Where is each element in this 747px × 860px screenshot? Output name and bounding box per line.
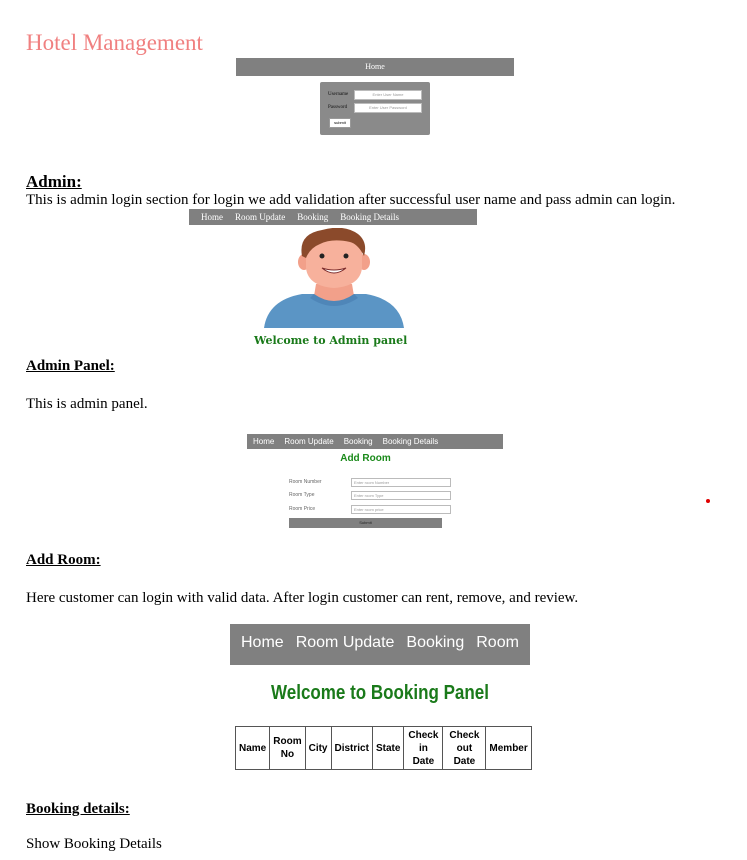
room-price-label: Room Price: [289, 506, 316, 512]
admin-nav-item-booking: Booking: [297, 212, 329, 222]
admin-panel-text: This is admin panel.: [26, 396, 148, 412]
add-room-text: Here customer can login with valid data.…: [26, 590, 579, 606]
table-header-cell: Name: [234, 726, 271, 770]
admin-nav-bar: Home Room Update Booking Booking Details: [189, 209, 477, 225]
login-nav-home: Home: [365, 62, 385, 71]
addroom-nav-bar: Home Room Update Booking Booking Details: [247, 434, 503, 449]
addroom-title: Add Room: [340, 453, 391, 464]
admin-panel-heading: Admin Panel:: [26, 358, 115, 374]
table-header-cell: Check in Date: [403, 726, 444, 770]
table-header-row: Name Room No City District State Check i…: [234, 726, 532, 770]
table-header-cell: District: [330, 726, 373, 770]
room-type-field-image: Enter room Type: [351, 491, 451, 500]
booking-nav-item-booking: Booking: [406, 634, 465, 651]
addroom-submit-image: Submit: [289, 518, 442, 528]
room-number-field-image: Enter room Number: [351, 478, 451, 487]
addroom-nav-item-booking-details: Booking Details: [382, 437, 439, 446]
admin-heading: Admin:: [26, 172, 82, 191]
addroom-nav-item-booking: Booking: [343, 437, 373, 446]
login-nav-bar: Home: [236, 58, 514, 76]
booking-welcome-text: Welcome to Booking Panel: [271, 682, 489, 704]
table-header-cell: Room No: [269, 726, 306, 770]
add-room-heading: Add Room:: [26, 552, 101, 568]
password-label: Password: [328, 105, 348, 110]
room-price-field-image: Enter room price: [351, 505, 451, 514]
admin-welcome-text: Welcome to Admin panel: [254, 334, 408, 347]
admin-nav-item-home: Home: [201, 212, 223, 222]
admin-text: This is admin login section for login we…: [26, 192, 676, 208]
booking-nav-item-room-update: Room Update: [295, 634, 395, 651]
room-type-label: Room Type: [289, 492, 315, 498]
red-dot-mark: [706, 499, 710, 503]
addroom-nav-item-home: Home: [253, 437, 275, 446]
booking-details-text: Show Booking Details: [26, 836, 162, 852]
username-label: Username: [328, 92, 349, 97]
table-header-cell: State: [371, 726, 405, 770]
booking-table-image: Name Room No City District State Check i…: [234, 726, 532, 770]
username-field-image: Enter User Name: [354, 90, 422, 100]
room-number-label: Room Number: [289, 479, 322, 485]
admin-avatar-illustration: [262, 227, 407, 335]
table-header-cell: Check out Date: [442, 726, 487, 770]
table-header-cell: Member: [485, 726, 532, 770]
admin-nav-item-booking-details: Booking Details: [340, 212, 400, 222]
admin-nav-item-room-update: Room Update: [235, 212, 286, 222]
table-header-cell: City: [304, 726, 332, 770]
login-form-image: Username Enter User Name Password Enter …: [320, 82, 430, 135]
booking-details-heading: Booking details:: [26, 801, 130, 817]
addroom-nav-item-room-update: Room Update: [284, 437, 334, 446]
login-submit-image: submit: [329, 118, 351, 128]
booking-nav-bar: Home Room Update Booking Room Details: [230, 624, 530, 689]
password-field-image: Enter User Password: [354, 103, 422, 113]
booking-nav-item-home: Home: [241, 634, 284, 651]
page-title: Hotel Management: [26, 30, 203, 55]
